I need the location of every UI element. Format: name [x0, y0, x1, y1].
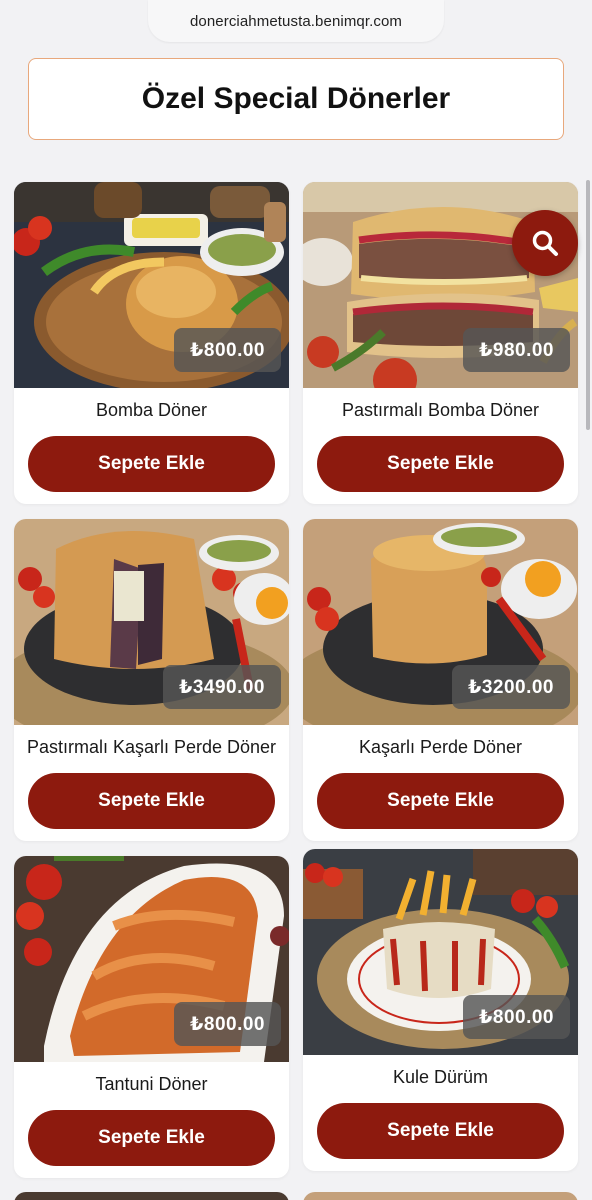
- product-card-partial[interactable]: [14, 1192, 289, 1200]
- product-name: Pastırmalı Bomba Döner: [341, 400, 540, 420]
- product-card[interactable]: ₺800.00 Tantuni Döner Sepete Ekle: [14, 856, 289, 1178]
- search-icon: [532, 230, 558, 256]
- product-image[interactable]: ₺800.00: [14, 856, 289, 1062]
- product-image[interactable]: ₺800.00: [14, 182, 289, 388]
- product-card-partial[interactable]: [303, 1192, 578, 1200]
- price-badge: ₺3200.00: [452, 665, 570, 709]
- product-card[interactable]: ₺800.00 Kule Dürüm Sepete Ekle: [303, 849, 578, 1171]
- search-button[interactable]: [512, 210, 578, 276]
- product-image[interactable]: ₺800.00: [303, 849, 578, 1055]
- product-name: Pastırmalı Kaşarlı Perde Döner: [26, 737, 277, 757]
- product-card[interactable]: ₺800.00 Bomba Döner Sepete Ekle: [14, 182, 289, 504]
- product-image[interactable]: ₺3490.00: [14, 519, 289, 725]
- price-badge: ₺800.00: [174, 328, 281, 372]
- price-badge: ₺980.00: [463, 328, 570, 372]
- price-badge: ₺3490.00: [163, 665, 281, 709]
- add-to-cart-button[interactable]: Sepete Ekle: [317, 436, 564, 492]
- product-card[interactable]: ₺3200.00 Kaşarlı Perde Döner Sepete Ekle: [303, 519, 578, 841]
- add-to-cart-button[interactable]: Sepete Ekle: [317, 1103, 564, 1159]
- product-name: Bomba Döner: [95, 400, 208, 420]
- add-to-cart-button[interactable]: Sepete Ekle: [317, 773, 564, 829]
- product-image[interactable]: ₺3200.00: [303, 519, 578, 725]
- product-name: Tantuni Döner: [95, 1074, 208, 1094]
- add-to-cart-button[interactable]: Sepete Ekle: [28, 773, 275, 829]
- price-badge: ₺800.00: [463, 995, 570, 1039]
- scrollbar[interactable]: [586, 180, 590, 430]
- product-card[interactable]: ₺3490.00 Pastırmalı Kaşarlı Perde Döner …: [14, 519, 289, 841]
- add-to-cart-button[interactable]: Sepete Ekle: [28, 436, 275, 492]
- add-to-cart-button[interactable]: Sepete Ekle: [28, 1110, 275, 1166]
- product-grid: ₺800.00 Bomba Döner Sepete Ekle ₺980.00 …: [0, 0, 592, 1200]
- price-badge: ₺800.00: [174, 1002, 281, 1046]
- product-name: Kule Dürüm: [392, 1067, 489, 1087]
- product-name: Kaşarlı Perde Döner: [358, 737, 523, 757]
